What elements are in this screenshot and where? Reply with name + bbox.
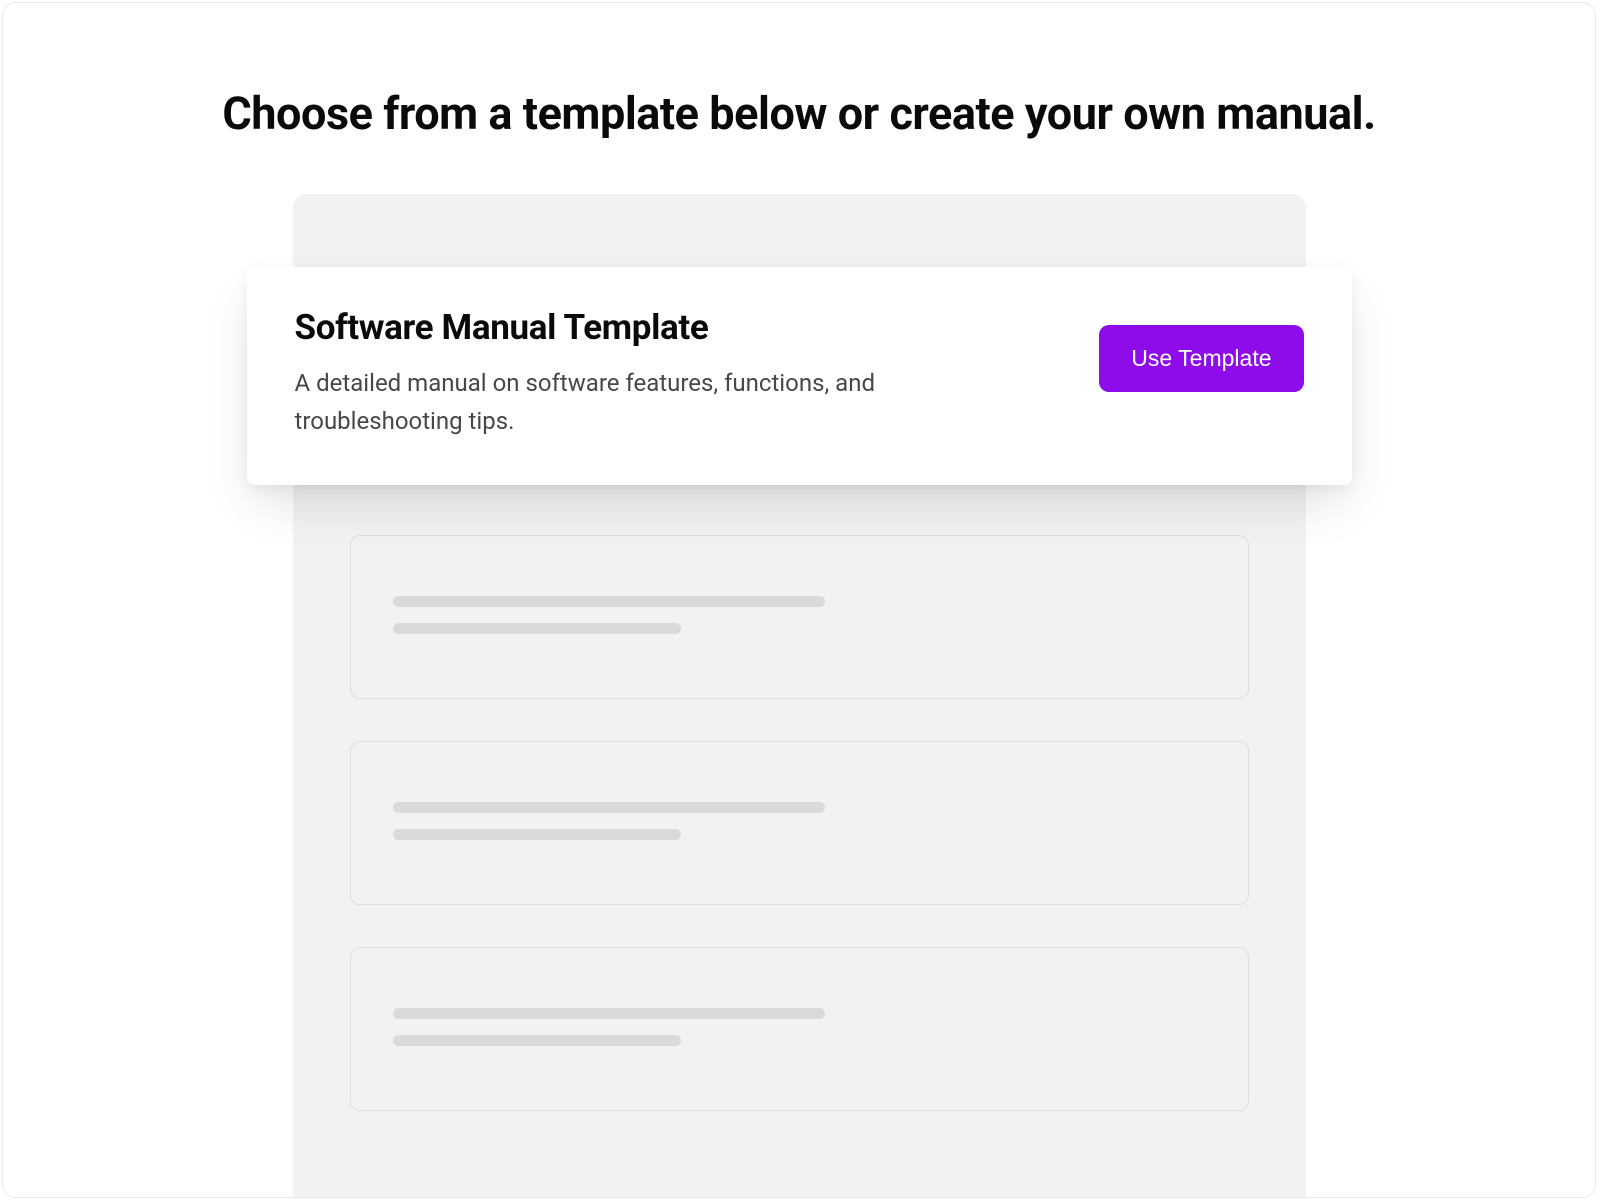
- page-title: Choose from a template below or create y…: [3, 87, 1595, 140]
- document-preview: Software Manual Template A detailed manu…: [293, 194, 1306, 1198]
- skeleton-line: [393, 829, 681, 840]
- use-template-button[interactable]: Use Template: [1099, 325, 1303, 392]
- page-frame: Choose from a template below or create y…: [2, 2, 1596, 1198]
- skeleton-line: [393, 623, 681, 634]
- template-info: Software Manual Template A detailed manu…: [295, 307, 1060, 441]
- template-description: A detailed manual on software features, …: [295, 364, 935, 441]
- skeleton-line: [393, 1035, 681, 1046]
- placeholder-block: [350, 741, 1249, 905]
- skeleton-line: [393, 1008, 825, 1019]
- placeholder-block: [350, 947, 1249, 1111]
- skeleton-line: [393, 596, 825, 607]
- template-card: Software Manual Template A detailed manu…: [247, 267, 1352, 485]
- template-title: Software Manual Template: [295, 307, 1060, 348]
- skeleton-line: [393, 802, 825, 813]
- placeholder-block: [350, 535, 1249, 699]
